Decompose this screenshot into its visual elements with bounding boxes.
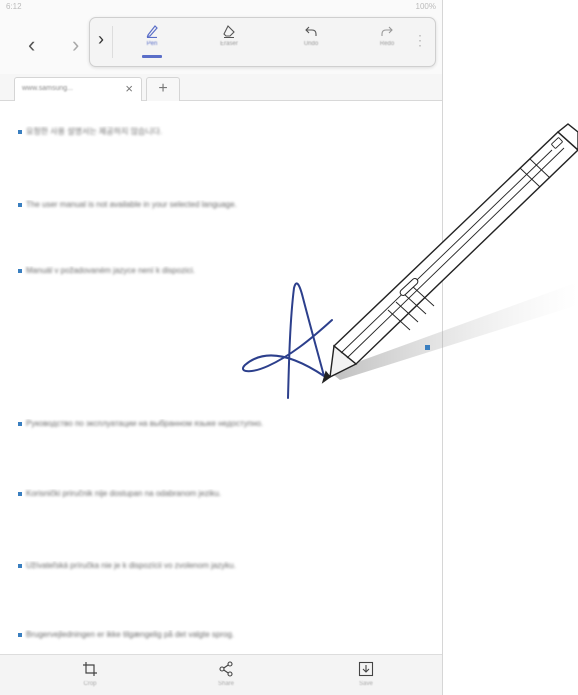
handwritten-star <box>242 282 333 399</box>
pen-overlay <box>242 123 578 399</box>
selection-handle[interactable] <box>425 345 430 350</box>
